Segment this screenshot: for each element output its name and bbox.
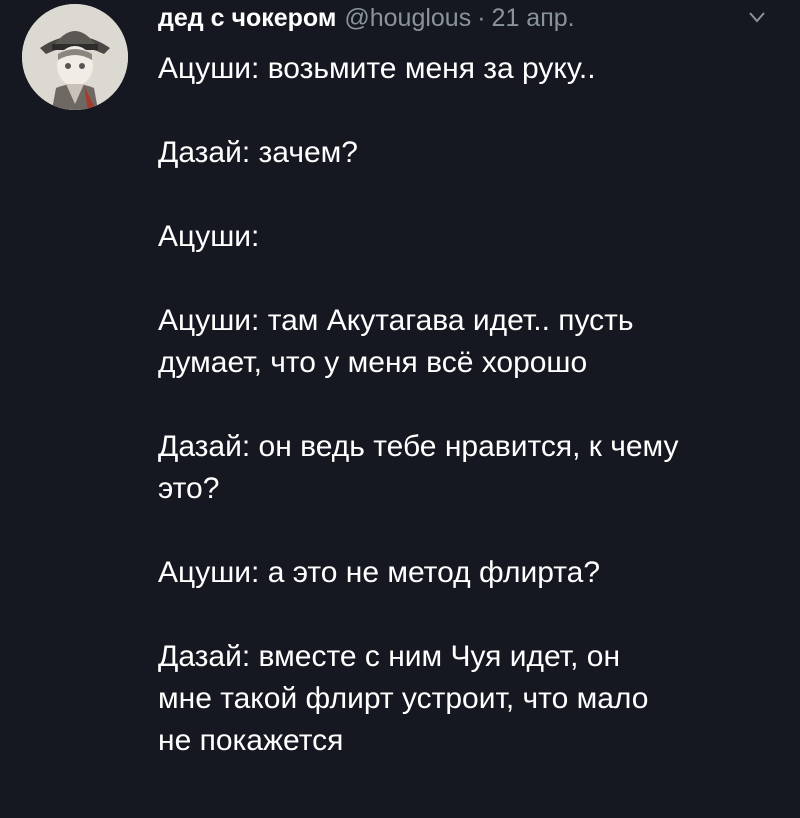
tweet-line: Ацуши: возьмите меня за руку.. <box>158 52 596 85</box>
tweet: дед с чокером @houglous · 21 апр. Ацуши:… <box>0 0 800 818</box>
tweet-line: не покажется <box>158 724 344 757</box>
tweet-line: мне такой флирт устроит, что мало <box>158 682 649 715</box>
tweet-line: Дазай: он ведь тебе нравится, к чему <box>158 430 679 463</box>
tweet-line: Дазай: вместе с ним Чуя идет, он <box>158 640 621 673</box>
tweet-header: дед с чокером @houglous · 21 апр. <box>158 4 575 40</box>
separator-dot: · <box>477 4 486 32</box>
tweet-line: Ацуши: <box>158 220 260 253</box>
user-handle[interactable]: @houglous <box>344 4 471 33</box>
tweet-date[interactable]: 21 апр. <box>492 4 575 33</box>
tweet-line: это? <box>158 472 220 505</box>
tweet-line: Ацуши: там Акутагава идет.. пусть <box>158 304 634 337</box>
chevron-down-icon[interactable] <box>748 10 766 24</box>
tweet-line: Ацуши: а это не метод флирта? <box>158 556 601 589</box>
tweet-line: думает, что у меня всё хорошо <box>158 346 588 379</box>
user-avatar-icon[interactable] <box>22 4 128 110</box>
tweet-text: Ацуши: возьмите меня за руку.. Дазай: за… <box>158 48 778 762</box>
avatar-image <box>22 4 128 110</box>
display-name[interactable]: дед с чокером <box>158 4 336 33</box>
tweet-line: Дазай: зачем? <box>158 136 358 169</box>
